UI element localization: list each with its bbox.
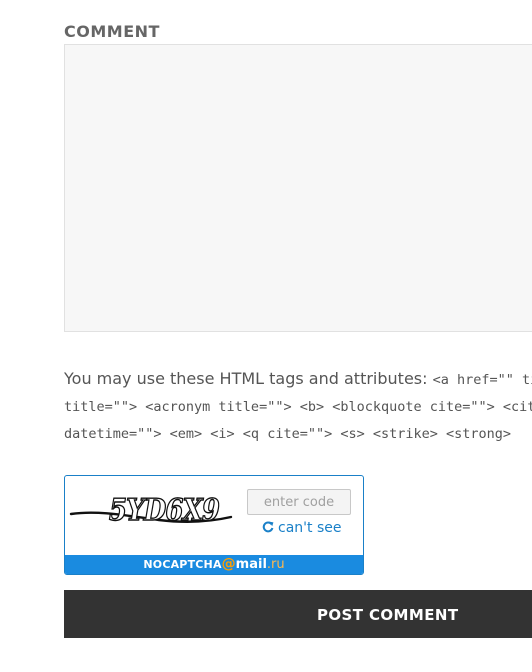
post-comment-label: POST COMMENT (317, 606, 459, 624)
captcha-footer: NOCAPTCHA@mail.ru (65, 555, 363, 574)
cant-see-label: can't see (278, 520, 342, 536)
refresh-icon (262, 521, 274, 533)
mailru-at-logo: @ (221, 556, 236, 572)
comment-textarea[interactable] (64, 44, 532, 332)
allowed-tags-code-line-3: datetime=""> <em> <i> <q cite=""> <s> <s… (64, 426, 512, 442)
allowed-tags-code-line-2: title=""> <acronym title=""> <b> <blockq… (64, 399, 532, 415)
mailru-mail-text: mail (235, 557, 267, 572)
captcha-code-input[interactable] (247, 489, 351, 515)
post-comment-button[interactable]: POST COMMENT (64, 590, 532, 638)
captcha-widget: 5YD6X9 can't see NOCAPTCHA@mail.ru (64, 475, 364, 575)
allowed-tags-intro: You may use these HTML tags and attribut… (64, 369, 433, 388)
captcha-refresh-link[interactable]: can't see (262, 520, 341, 536)
comment-form: COMMENT You may use these HTML tags and … (0, 0, 532, 672)
mailru-ru-text: .ru (266, 557, 285, 572)
comment-label: COMMENT (64, 22, 160, 41)
captcha-code-text: 5YD6X9 (109, 493, 220, 528)
captcha-image: 5YD6X9 (69, 492, 233, 529)
nocaptcha-brand: NOCAPTCHA (143, 558, 222, 571)
allowed-tags-code-line-1: <a href="" title=""> <abbr (432, 372, 532, 388)
allowed-tags-hint: You may use these HTML tags and attribut… (64, 366, 532, 447)
